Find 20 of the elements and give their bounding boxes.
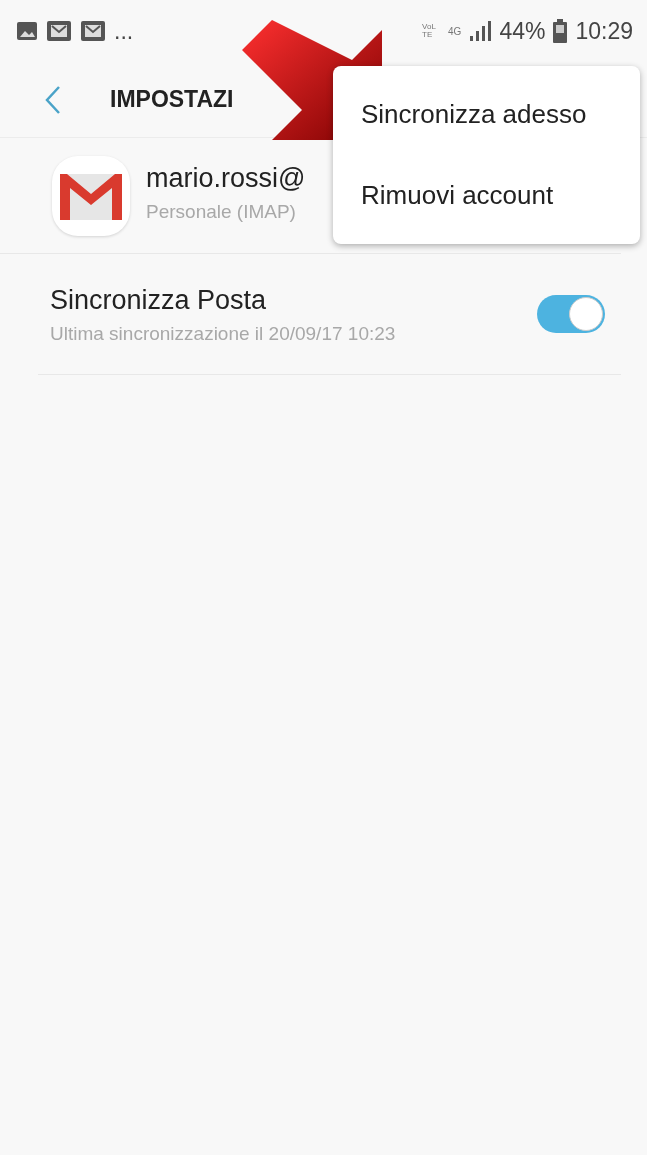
mail-notification-icon <box>80 20 106 42</box>
battery-percent: 44% <box>499 16 546 46</box>
battery-icon <box>553 19 568 43</box>
setting-subtitle: Ultima sincronizzazione il 20/09/17 10:23 <box>50 322 396 346</box>
network-label: 4G <box>448 24 462 39</box>
more-notifications-text: ... <box>114 16 134 46</box>
setting-title: Sincronizza Posta <box>50 283 268 317</box>
account-email: mario.rossi@ <box>146 164 306 195</box>
back-button[interactable] <box>44 84 62 115</box>
clock-time: 10:29 <box>575 16 633 46</box>
menu-item[interactable]: Sincronizza adesso <box>333 74 640 155</box>
toggle-switch[interactable] <box>537 295 605 333</box>
signal-icon <box>469 21 492 41</box>
screen-title: IMPOSTAZI <box>110 85 234 115</box>
image-notification-icon <box>16 21 38 41</box>
volte-label: VoLTE <box>422 23 437 39</box>
account-type: Personale (IMAP) <box>146 200 297 225</box>
mail-notification-icon <box>46 20 72 42</box>
mail-app-icon <box>52 155 130 236</box>
menu-item[interactable]: Rimuovi account <box>333 155 640 236</box>
